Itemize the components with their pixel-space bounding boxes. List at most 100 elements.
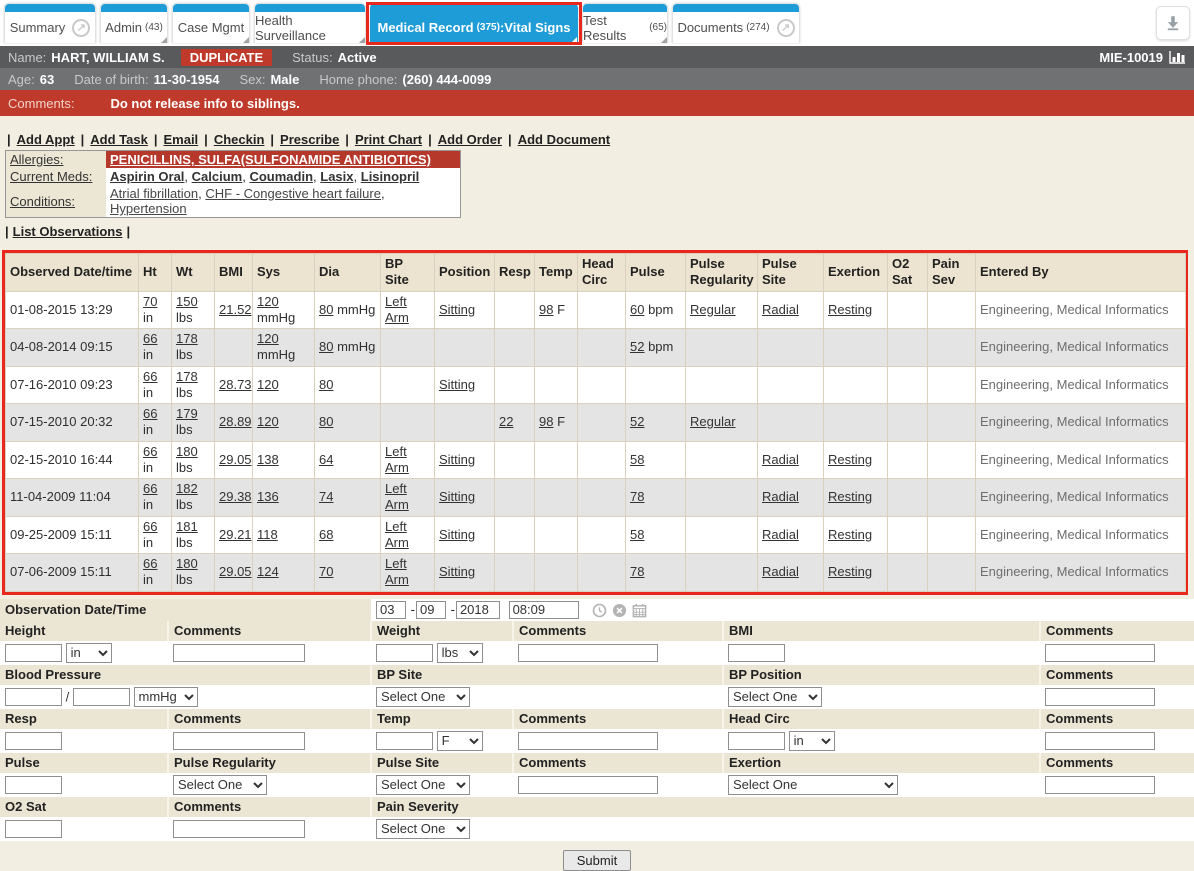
popout-icon[interactable]: ↗: [72, 19, 90, 37]
vital-value-link[interactable]: 66: [143, 481, 157, 496]
bp-systolic-input[interactable]: [5, 688, 62, 706]
vital-value-link[interactable]: 181: [176, 519, 198, 534]
vital-value-link[interactable]: 60: [630, 302, 644, 317]
o2-comments-input[interactable]: [173, 820, 305, 838]
clock-icon[interactable]: [592, 603, 607, 618]
vital-value-link[interactable]: 52: [630, 339, 644, 354]
vital-value-link[interactable]: Sitting: [439, 452, 475, 467]
bmi-input[interactable]: [728, 644, 785, 662]
vital-value-link[interactable]: 179: [176, 406, 198, 421]
vital-value-link[interactable]: 74: [319, 489, 333, 504]
action-link-add-order[interactable]: Add Order: [438, 132, 502, 147]
bmi-comments-input[interactable]: [1045, 644, 1155, 662]
tab-medical-record[interactable]: Medical Record(375):Vital Signs: [370, 3, 578, 43]
tab-admin[interactable]: Admin(43): [100, 3, 168, 43]
allergies-link[interactable]: Allergies:: [10, 152, 63, 167]
vital-value-link[interactable]: Radial: [762, 452, 799, 467]
popout-icon[interactable]: ↗: [777, 19, 795, 37]
vital-value-link[interactable]: Resting: [828, 452, 872, 467]
vital-value-link[interactable]: 178: [176, 331, 198, 346]
vital-value-link[interactable]: 150: [176, 294, 198, 309]
height-input[interactable]: [5, 644, 62, 662]
vital-value-link[interactable]: 180: [176, 444, 198, 459]
vital-value-link[interactable]: 120: [257, 331, 279, 346]
action-link-checkin[interactable]: Checkin: [214, 132, 265, 147]
vital-value-link[interactable]: Resting: [828, 564, 872, 579]
exertion-select[interactable]: Select One: [728, 775, 898, 795]
bp-position-select[interactable]: Select One: [728, 687, 822, 707]
tab-test-results[interactable]: Test Results(65): [582, 3, 668, 43]
head-circ-unit-select[interactable]: in: [789, 731, 835, 751]
chart-icon[interactable]: [1169, 50, 1186, 64]
vital-value-link[interactable]: 136: [257, 489, 279, 504]
vital-value-link[interactable]: 66: [143, 444, 157, 459]
vital-value-link[interactable]: 120: [257, 377, 279, 392]
vital-value-link[interactable]: Sitting: [439, 302, 475, 317]
submit-button[interactable]: Submit: [563, 850, 631, 871]
condition-link-hypertension[interactable]: Hypertension: [110, 201, 187, 216]
vital-value-link[interactable]: Sitting: [439, 564, 475, 579]
tab-health-surveillance[interactable]: Health Surveillance: [254, 3, 366, 43]
list-observations-link[interactable]: List Observations: [13, 224, 123, 239]
vital-value-link[interactable]: 28.73: [219, 377, 252, 392]
action-link-add-document[interactable]: Add Document: [518, 132, 610, 147]
vital-value-link[interactable]: 66: [143, 556, 157, 571]
vital-value-link[interactable]: Radial: [762, 489, 799, 504]
vital-value-link[interactable]: 58: [630, 452, 644, 467]
vital-value-link[interactable]: Resting: [828, 489, 872, 504]
vital-value-link[interactable]: 66: [143, 331, 157, 346]
vital-value-link[interactable]: 29.21: [219, 527, 252, 542]
vital-value-link[interactable]: Resting: [828, 527, 872, 542]
tab-documents[interactable]: Documents(274)↗: [672, 3, 800, 43]
vital-value-link[interactable]: Left Arm: [385, 444, 409, 475]
tab-case-mgmt[interactable]: Case Mgmt: [172, 3, 250, 43]
med-link-calcium[interactable]: Calcium: [192, 169, 243, 184]
vital-value-link[interactable]: 78: [630, 564, 644, 579]
vital-value-link[interactable]: 124: [257, 564, 279, 579]
med-link-lisinopril[interactable]: Lisinopril: [361, 169, 420, 184]
vital-value-link[interactable]: 178: [176, 369, 198, 384]
vital-value-link[interactable]: Regular: [690, 302, 736, 317]
temp-unit-select[interactable]: F: [437, 731, 483, 751]
resp-comments-input[interactable]: [173, 732, 305, 750]
weight-comments-input[interactable]: [518, 644, 658, 662]
vital-value-link[interactable]: 29.05: [219, 564, 252, 579]
vital-value-link[interactable]: Left Arm: [385, 556, 409, 587]
condition-link-atrial-fibrillation[interactable]: Atrial fibrillation: [110, 186, 198, 201]
allergies-value-link[interactable]: PENICILLINS, SULFA(SULFONAMIDE ANTIBIOTI…: [110, 152, 431, 167]
vital-value-link[interactable]: 29.38: [219, 489, 252, 504]
vital-value-link[interactable]: 66: [143, 369, 157, 384]
vital-value-link[interactable]: Sitting: [439, 489, 475, 504]
vital-value-link[interactable]: Sitting: [439, 377, 475, 392]
bp-unit-select[interactable]: mmHg: [134, 687, 198, 707]
vital-value-link[interactable]: 182: [176, 481, 198, 496]
clear-icon[interactable]: [612, 603, 627, 618]
pulse-comments-input[interactable]: [518, 776, 658, 794]
obs-month-input[interactable]: [376, 601, 406, 619]
vital-value-link[interactable]: 28.89: [219, 414, 252, 429]
vital-value-link[interactable]: 22: [499, 414, 513, 429]
obs-day-input[interactable]: [416, 601, 446, 619]
bp-diastolic-input[interactable]: [73, 688, 130, 706]
head-circ-input[interactable]: [728, 732, 785, 750]
exertion-comments-input[interactable]: [1045, 776, 1155, 794]
action-link-add-appt[interactable]: Add Appt: [17, 132, 75, 147]
temp-input[interactable]: [376, 732, 433, 750]
o2-sat-input[interactable]: [5, 820, 62, 838]
vital-value-link[interactable]: 138: [257, 452, 279, 467]
vital-value-link[interactable]: Radial: [762, 527, 799, 542]
bp-site-select[interactable]: Select One: [376, 687, 470, 707]
vital-value-link[interactable]: Left Arm: [385, 519, 409, 550]
download-button[interactable]: [1156, 6, 1190, 40]
pulse-regularity-select[interactable]: Select One: [173, 775, 267, 795]
obs-year-input[interactable]: [456, 601, 500, 619]
vital-value-link[interactable]: Left Arm: [385, 481, 409, 512]
action-link-email[interactable]: Email: [163, 132, 198, 147]
vital-value-link[interactable]: 98: [539, 414, 553, 429]
resp-input[interactable]: [5, 732, 62, 750]
vital-value-link[interactable]: Radial: [762, 302, 799, 317]
condition-link-chf-congestive-heart-failure[interactable]: CHF - Congestive heart failure: [205, 186, 381, 201]
weight-input[interactable]: [376, 644, 433, 662]
obs-time-input[interactable]: [509, 601, 579, 619]
vital-value-link[interactable]: 80: [319, 414, 333, 429]
